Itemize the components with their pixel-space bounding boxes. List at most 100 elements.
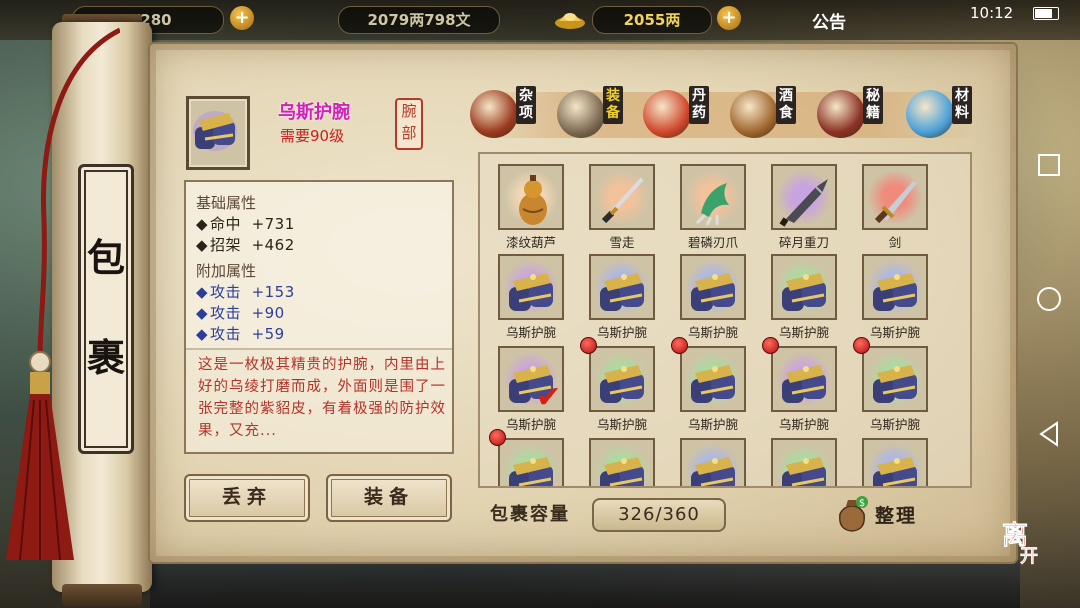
item-slot[interactable]: [862, 438, 928, 486]
upgrade-dot-icon: [489, 429, 506, 446]
bracer-icon: [193, 111, 237, 151]
inventory-item[interactable]: [771, 438, 837, 486]
item-slot[interactable]: [589, 254, 655, 320]
discard-button[interactable]: 丢弃: [184, 474, 310, 522]
item-description-box[interactable]: 这是一枚极其精贵的护腕，内里由上好的乌绫打磨而成，外面则是围了一张完整的紫貂皮，…: [184, 348, 454, 454]
item-slot[interactable]: [589, 164, 655, 230]
inventory-item[interactable]: 乌斯护腕: [671, 337, 746, 432]
tab-wine-food[interactable]: 酒食: [730, 84, 820, 146]
item-slot[interactable]: [680, 164, 746, 230]
attr-label: 攻击: [210, 304, 242, 322]
jar-icon: [470, 90, 518, 138]
item-slot[interactable]: [589, 438, 655, 486]
tab-pills[interactable]: 丹药: [643, 84, 733, 146]
inventory-item[interactable]: ✔ 乌斯护腕: [498, 346, 564, 432]
tab-label: 酒食: [776, 86, 796, 124]
inventory-item[interactable]: 乌斯护腕: [853, 337, 928, 432]
inventory-item[interactable]: [862, 438, 928, 486]
inventory-item[interactable]: 雪走: [589, 164, 655, 250]
inventory-grid[interactable]: 漆纹葫芦 雪走 碧磷刃爪 碎月重刀剑乌斯护腕 乌斯护腕 乌斯护腕 乌斯护腕 乌斯护腕 ✔ 乌斯护腕…: [478, 152, 972, 488]
silver-counter: 2079两798文: [338, 6, 500, 34]
inventory-item[interactable]: [589, 438, 655, 486]
item-slot[interactable]: [589, 346, 655, 412]
leave-button[interactable]: 离 开: [986, 512, 1042, 568]
capacity-value: 326/360: [592, 498, 726, 532]
inventory-item[interactable]: 乌斯护腕: [762, 337, 837, 432]
wine-food-icon: [730, 90, 778, 138]
sword-scroll-icon: [557, 90, 605, 138]
extra-attr-row: ◆ 攻击 +90: [196, 302, 285, 323]
inventory-item[interactable]: 乌斯护腕: [580, 337, 655, 432]
add-stamina-button[interactable]: +: [230, 6, 254, 30]
sort-button[interactable]: 整理: [875, 501, 917, 528]
system-clock: 10:12: [970, 4, 1014, 22]
back-icon[interactable]: [1030, 420, 1068, 458]
inventory-item[interactable]: [489, 429, 564, 486]
item-slot[interactable]: [862, 346, 928, 412]
attr-label: 攻击: [210, 283, 242, 301]
diamond-icon: ◆: [196, 304, 209, 322]
attr-value: +462: [251, 236, 295, 254]
pills-icon: [643, 90, 691, 138]
leave-char-2: 开: [1020, 546, 1038, 567]
item-slot[interactable]: [771, 346, 837, 412]
crystal-icon: [906, 90, 954, 138]
selected-check-icon: ✔: [536, 380, 562, 415]
item-slot[interactable]: [680, 254, 746, 320]
recent-apps-icon[interactable]: [1030, 150, 1068, 188]
item-slot[interactable]: [771, 438, 837, 486]
upgrade-dot-icon: [853, 337, 870, 354]
item-slot[interactable]: [680, 346, 746, 412]
silver-text: 2079两798文: [367, 11, 471, 29]
inventory-item[interactable]: 剑: [862, 164, 928, 250]
item-slot[interactable]: [498, 438, 564, 486]
attr-value: +90: [251, 304, 285, 322]
item-slot[interactable]: [498, 164, 564, 230]
inventory-item[interactable]: 乌斯护腕: [862, 254, 928, 340]
tab-books[interactable]: 秘籍: [817, 84, 907, 146]
item-slot[interactable]: [862, 254, 928, 320]
item-slot[interactable]: [498, 254, 564, 320]
bottom-chat-strip: [150, 560, 1020, 608]
item-slot[interactable]: [680, 438, 746, 486]
item-slot[interactable]: [771, 164, 837, 230]
selected-item-icon-frame: [186, 96, 250, 170]
books-icon: [817, 90, 865, 138]
tab-jar[interactable]: 杂项: [470, 84, 560, 146]
selected-item-name: 乌斯护腕: [278, 102, 350, 123]
inventory-item[interactable]: 乌斯护腕: [680, 254, 746, 340]
slot-seal-char-1: 腕: [401, 102, 417, 120]
inventory-item[interactable]: 碎月重刀: [771, 164, 837, 250]
base-attr-title: 基础属性: [196, 194, 257, 212]
gold-ingot-icon: [555, 13, 585, 29]
tab-crystal[interactable]: 材料: [906, 84, 996, 146]
inventory-item[interactable]: 碧磷刃爪: [680, 164, 746, 250]
attribute-box: 基础属性 ◆ 命中 +731 ◆ 招架 +462 附加属性 ◆ 攻击 +153 ◆ 攻击…: [184, 180, 454, 350]
upgrade-dot-icon: [671, 337, 688, 354]
gold-counter: 2055两: [592, 6, 712, 34]
capacity-label: 包裹容量: [490, 504, 570, 525]
item-slot[interactable]: [862, 164, 928, 230]
upgrade-dot-icon: [580, 337, 597, 354]
equip-button[interactable]: 装备: [326, 474, 452, 522]
extra-attr-row: ◆ 攻击 +59: [196, 323, 285, 344]
item-name: 乌斯护腕: [505, 325, 556, 340]
inventory-item[interactable]: 漆纹葫芦: [498, 164, 564, 250]
inventory-item[interactable]: 乌斯护腕: [771, 254, 837, 340]
base-attr-row: ◆ 招架 +462: [196, 234, 295, 255]
money-bag-icon[interactable]: $: [832, 494, 872, 534]
tab-sword-scroll[interactable]: 装备: [557, 84, 647, 146]
item-slot[interactable]: [771, 254, 837, 320]
inventory-item[interactable]: 乌斯护腕: [498, 254, 564, 340]
item-description: 这是一枚极其精贵的护腕，内里由上好的乌绫打磨而成，外面则是围了一张完整的紫貂皮，…: [198, 357, 446, 439]
inventory-item[interactable]: 乌斯护腕: [589, 254, 655, 340]
inventory-item[interactable]: [680, 438, 746, 486]
tab-label: 丹药: [689, 86, 709, 124]
item-name: 雪走: [609, 235, 635, 250]
home-icon[interactable]: [1030, 285, 1068, 323]
notice-button[interactable]: 公告: [812, 8, 846, 33]
diamond-icon: ◆: [196, 215, 209, 233]
tab-label: 装备: [603, 86, 623, 124]
add-gold-button[interactable]: +: [717, 6, 741, 30]
item-slot[interactable]: ✔: [498, 346, 564, 415]
